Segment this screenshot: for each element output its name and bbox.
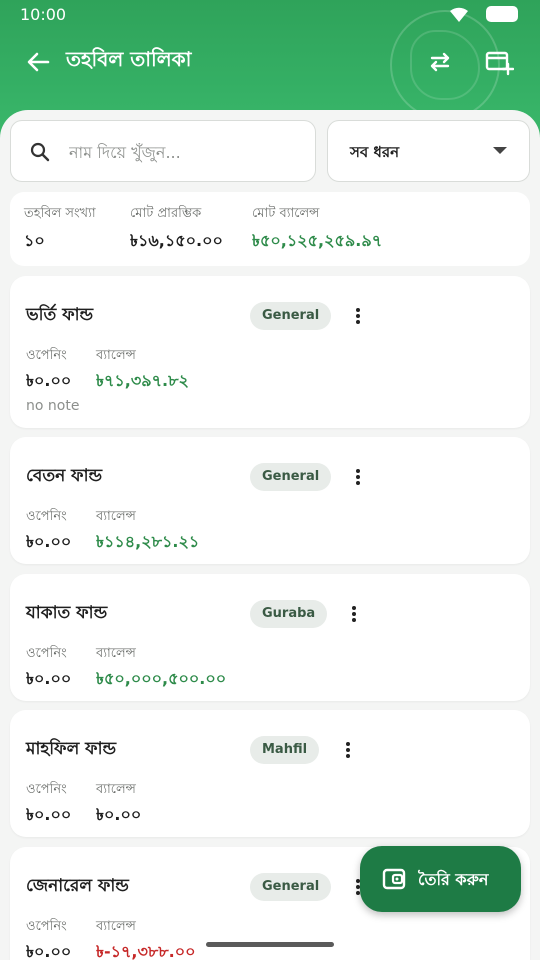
total-opening-label: মোট প্রারম্ভিক [130,206,202,221]
fund-card[interactable]: মাহফিল ফান্ড Mahfil ওপেনিং ব্যালেন্স ৳০.… [10,710,530,837]
summary-card: তহবিল সংখ্যা ১০ মোট প্রারম্ভিক ৳১৬,১৫০.০… [10,192,530,266]
balance-value: ৳০.০০ [96,805,142,824]
balance-value: ৳৭১,৩৯৭.৮২ [96,371,189,390]
balance-label: ব্যালেন্স [96,919,136,934]
opening-value: ৳০.০০ [26,669,72,688]
total-balance-value: ৳৫০,১২৫,২৫৯.৯৭ [252,231,383,250]
balance-value: ৳১১৪,২৮১.২১ [96,532,200,551]
page-title: তহবিল তালিকা [66,47,192,71]
opening-label: ওপেনিং [26,782,67,797]
type-filter-dropdown[interactable]: সব ধরন [327,120,530,182]
balance-label: ব্যালেন্স [96,646,136,661]
balance-label: ব্যালেন্স [96,348,136,363]
total-balance-label: মোট ব্যালেন্স [252,206,320,221]
fund-name: যাকাত ফান্ড [26,603,108,623]
total-opening-value: ৳১৬,১৫০.০০ [130,231,223,250]
status-bar: 10:00 [0,0,540,30]
fund-count-label: তহবিল সংখ্যা [24,206,96,221]
create-fund-button[interactable]: তৈরি করুন [360,846,521,912]
back-arrow-icon[interactable] [24,48,52,76]
battery-icon [486,6,518,22]
fund-name: মাহফিল ফান্ড [26,739,117,759]
fund-card[interactable]: যাকাত ফান্ড Guraba ওপেনিং ব্যালেন্স ৳০.০… [10,574,530,701]
wifi-icon [450,7,468,22]
opening-label: ওপেনিং [26,509,67,524]
search-icon [30,142,50,162]
transfer-icon[interactable] [426,48,454,76]
create-button-label: তৈরি করুন [418,870,489,889]
add-fund-icon[interactable] [484,48,514,76]
chevron-down-icon [493,147,507,154]
status-time: 10:00 [20,5,67,24]
balance-label: ব্যালেন্স [96,509,136,524]
opening-label: ওপেনিং [26,348,67,363]
opening-value: ৳০.০০ [26,371,72,390]
fund-type-badge: General [250,302,332,330]
balance-value: ৳৫০,০০০,৫০০.০০ [96,669,227,688]
search-input[interactable] [69,135,301,169]
search-box[interactable] [10,120,316,182]
fund-name: জেনারেল ফান্ড [26,876,129,896]
balance-value: ৳-১৭,৩৮৮.০০ [96,942,196,960]
fund-type-badge: General [250,873,332,901]
balance-label: ব্যালেন্স [96,782,136,797]
opening-value: ৳০.০০ [26,532,72,551]
fund-card[interactable]: বেতন ফান্ড General ওপেনিং ব্যালেন্স ৳০.০… [10,437,530,564]
opening-value: ৳০.০০ [26,942,72,960]
more-vert-icon[interactable] [336,738,360,762]
home-indicator[interactable] [206,942,334,947]
fund-name: ভর্তি ফান্ড [26,305,94,325]
wallet-icon [382,868,406,890]
fund-count-value: ১০ [24,231,45,250]
type-filter-value: সব ধরন [350,143,400,161]
opening-label: ওপেনিং [26,919,67,934]
fund-card[interactable]: ভর্তি ফান্ড General ওপেনিং ব্যালেন্স ৳০.… [10,276,530,428]
opening-label: ওপেনিং [26,646,67,661]
fund-type-badge: Mahfil [250,736,320,764]
more-vert-icon[interactable] [346,304,370,328]
fund-type-badge: General [250,463,332,491]
opening-value: ৳০.০০ [26,805,72,824]
more-vert-icon[interactable] [342,602,366,626]
fund-type-badge: Guraba [250,600,328,628]
fund-name: বেতন ফান্ড [26,466,103,486]
more-vert-icon[interactable] [346,465,370,489]
fund-note: no note [26,398,80,414]
